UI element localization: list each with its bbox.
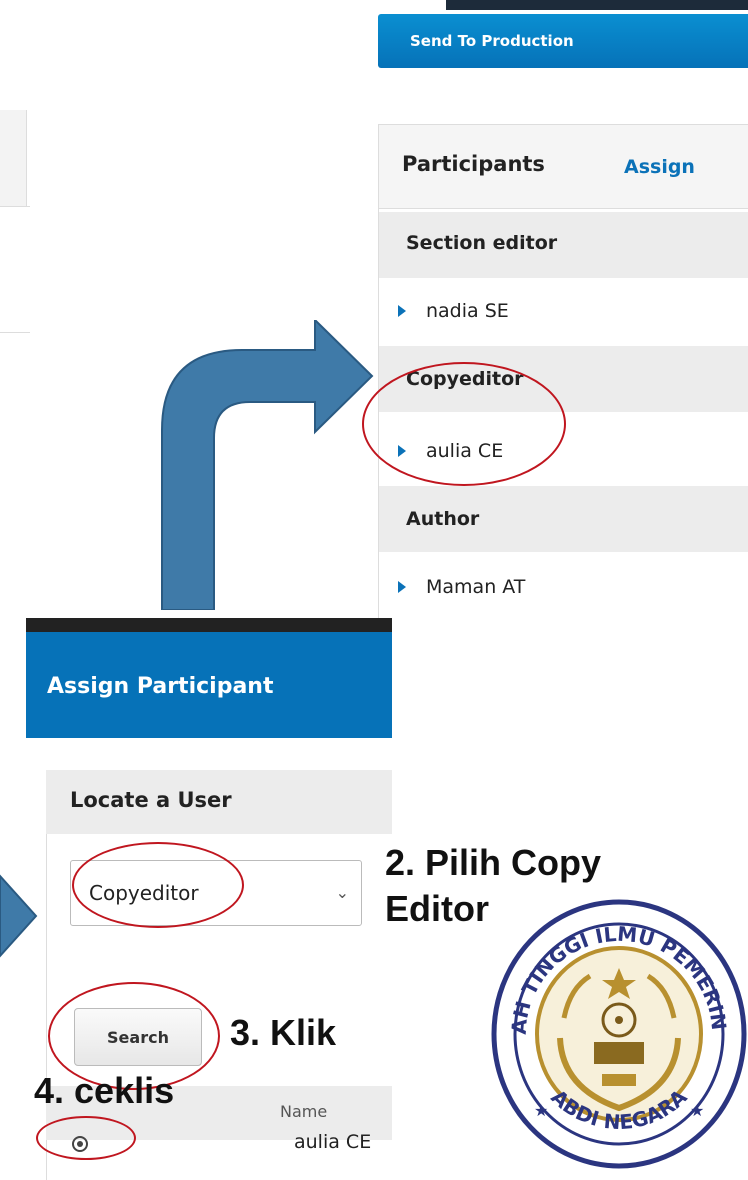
assign-link[interactable]: Assign <box>624 156 695 178</box>
modal-top-strip <box>26 618 392 632</box>
curved-arrow-icon <box>161 320 374 610</box>
send-to-production-button[interactable]: Send To Production <box>378 14 748 68</box>
group-label: Section editor <box>406 232 558 254</box>
expand-triangle-icon <box>398 581 406 593</box>
chevron-down-icon: ⌄ <box>335 883 349 902</box>
participant-item[interactable]: Maman AT <box>398 576 525 598</box>
annotation-step-2-line2: Editor <box>385 888 489 929</box>
highlight-ellipse <box>36 1116 136 1160</box>
annotation-step-4: 4. ceklis <box>34 1070 175 1111</box>
modal-title: Assign Participant <box>26 632 392 738</box>
participant-item[interactable]: nadia SE <box>398 300 509 322</box>
institution-seal-logo: SEKOLAH TINGGI ILMU PEMERINTAHAN ABDI NE… <box>490 898 747 1169</box>
svg-text:★: ★ <box>690 1101 704 1120</box>
annotation-step-2: 2. Pilih Copy <box>385 842 602 883</box>
arrow-icon <box>0 874 38 958</box>
column-header-name: Name <box>280 1102 328 1121</box>
highlight-ellipse <box>362 362 566 486</box>
top-toolbar-fragment <box>446 0 748 10</box>
locate-user-title: Locate a User <box>70 788 232 812</box>
participant-name: Maman AT <box>426 576 526 598</box>
annotation-step-3: 3. Klik <box>230 1012 337 1053</box>
participants-title: Participants <box>402 152 545 176</box>
background-divider <box>0 332 30 333</box>
background-divider <box>0 206 30 207</box>
highlight-ellipse <box>72 842 244 928</box>
participant-name: nadia SE <box>426 300 509 322</box>
expand-triangle-icon <box>398 305 406 317</box>
group-label: Author <box>406 508 480 530</box>
svg-text:★: ★ <box>534 1101 548 1120</box>
background-panel-fragment <box>0 110 27 206</box>
user-name-cell: aulia CE <box>294 1131 372 1153</box>
